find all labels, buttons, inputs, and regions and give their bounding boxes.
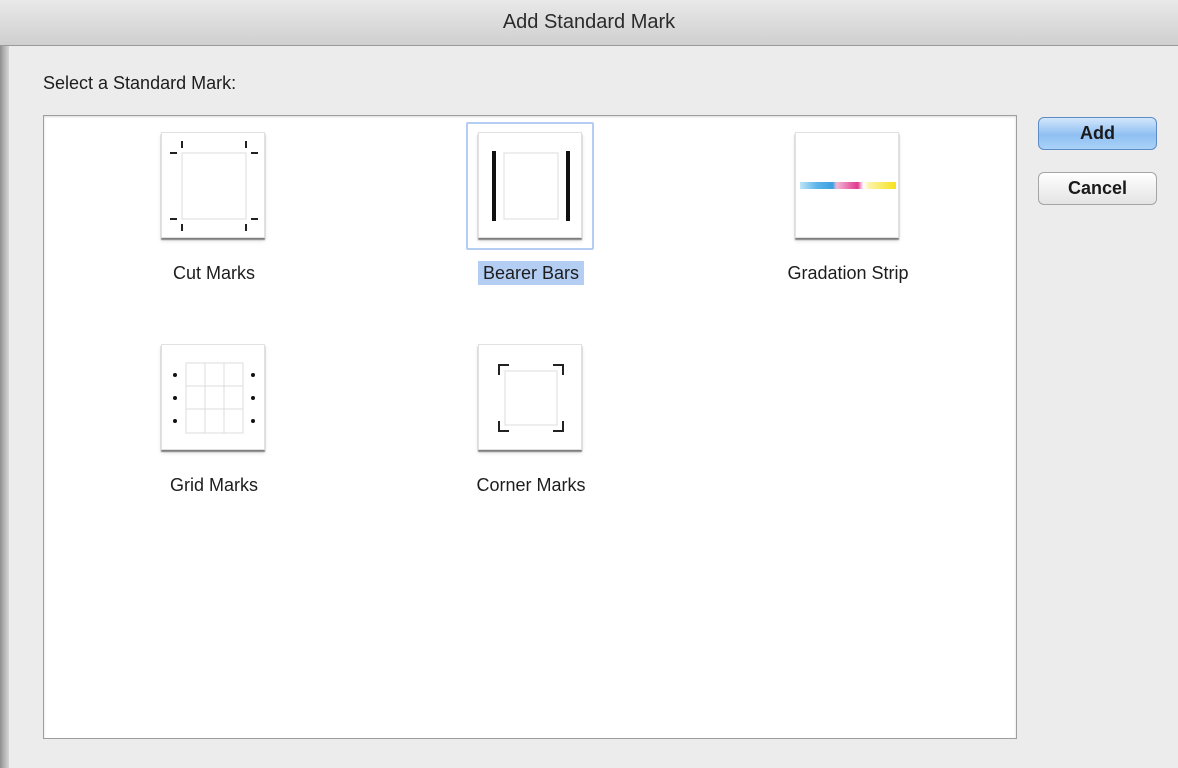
thumbnail-frame: [466, 122, 594, 250]
mark-item-bearer-bars[interactable]: Bearer Bars: [399, 122, 639, 297]
standard-mark-list[interactable]: Cut Marks Bearer Bars Gradation Strip Gr…: [43, 115, 1017, 739]
cancel-button[interactable]: Cancel: [1038, 172, 1157, 205]
mark-item-cut-marks[interactable]: Cut Marks: [82, 122, 322, 297]
cut-marks-icon: [161, 132, 265, 238]
mark-label: Bearer Bars: [477, 261, 585, 285]
bearer-bars-icon: [478, 132, 582, 238]
thumbnail-frame: [149, 122, 277, 250]
thumbnail-frame: [466, 334, 594, 462]
thumbnail-frame: [149, 334, 277, 462]
mark-item-grid-marks[interactable]: Grid Marks: [82, 334, 322, 509]
grid-marks-icon: [161, 344, 265, 450]
window-edge: [0, 46, 9, 768]
title-bar[interactable]: Add Standard Mark: [0, 0, 1178, 46]
thumbnail-frame: [783, 122, 911, 250]
window-title: Add Standard Mark: [502, 11, 676, 33]
mark-label: Gradation Strip: [787, 263, 909, 283]
mark-label: Cut Marks: [172, 263, 255, 283]
add-button[interactable]: Add: [1038, 117, 1157, 150]
gradation-strip-icon: [795, 132, 899, 238]
mark-item-gradation-strip[interactable]: Gradation Strip: [716, 122, 956, 297]
corner-marks-icon: [478, 344, 582, 450]
mark-item-corner-marks[interactable]: Corner Marks: [399, 334, 639, 509]
select-mark-prompt: Select a Standard Mark:: [43, 73, 237, 93]
mark-label: Grid Marks: [169, 475, 258, 495]
mark-label: Corner Marks: [476, 475, 586, 495]
